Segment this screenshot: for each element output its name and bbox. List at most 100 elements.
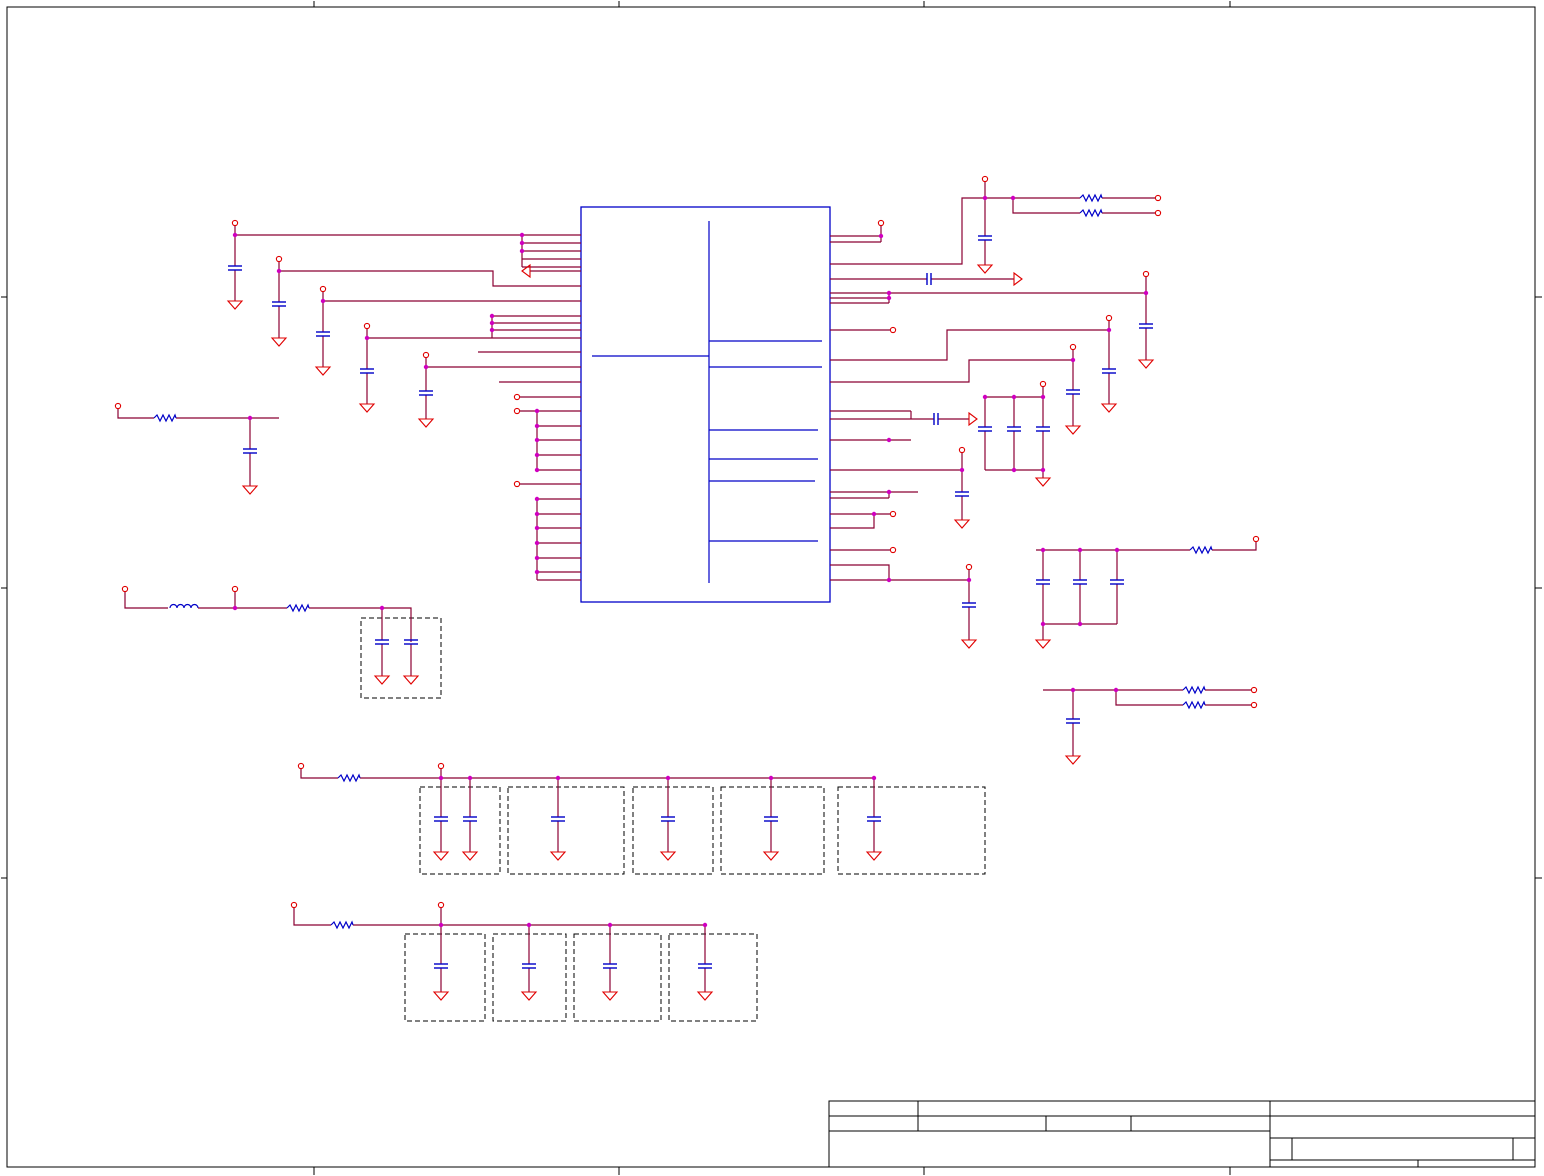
junction-dot — [519, 240, 525, 246]
capacitor — [1102, 368, 1116, 374]
capacitor — [1036, 579, 1050, 585]
junction-dot — [886, 437, 892, 443]
wire-segment — [309, 607, 412, 642]
capacitor — [603, 963, 617, 969]
capacitor — [1110, 579, 1124, 585]
junction-dot — [1070, 687, 1076, 693]
junction-dot — [1010, 195, 1016, 201]
power-port — [297, 762, 305, 770]
power-port — [363, 322, 371, 330]
ground-symbol — [549, 851, 567, 861]
power-port — [1039, 380, 1047, 388]
resistor — [330, 920, 354, 930]
junction-dot — [1070, 357, 1076, 363]
capacitor — [360, 368, 374, 374]
capacitor — [764, 816, 778, 822]
power-port — [958, 446, 966, 454]
component-groups — [360, 617, 986, 1022]
power-port — [437, 762, 445, 770]
capacitor — [375, 639, 389, 645]
ground-symbol — [432, 991, 450, 1001]
junction-dot — [768, 775, 774, 781]
junction-dot — [871, 775, 877, 781]
junction-dot — [534, 496, 540, 502]
capacitor — [926, 273, 932, 285]
capacitor — [228, 265, 242, 271]
capacitor — [463, 816, 477, 822]
power-port — [1252, 535, 1260, 543]
main-ic — [580, 206, 831, 603]
junction-dot — [320, 298, 326, 304]
junction-dot — [878, 233, 884, 239]
junction-dot — [489, 313, 495, 319]
power-port — [1250, 686, 1258, 694]
ground-symbol — [696, 991, 714, 1001]
power-port — [889, 326, 897, 334]
wires — [117, 179, 1257, 992]
junction-dot — [423, 364, 429, 370]
capacitor — [1073, 579, 1087, 585]
junction-dot — [665, 775, 671, 781]
junction-dot — [232, 605, 238, 611]
ground-symbol — [417, 418, 435, 428]
junction-dot — [364, 335, 370, 341]
wire-segment — [830, 329, 1109, 361]
power-port — [1250, 701, 1258, 709]
ground-symbol — [659, 851, 677, 861]
title-block — [828, 1100, 1536, 1168]
ground-symbol — [1137, 359, 1155, 369]
capacitor — [551, 816, 565, 822]
ground-symbol — [1034, 477, 1052, 487]
resistor — [153, 413, 177, 423]
wire-segment — [830, 564, 890, 580]
ground-symbol — [1013, 271, 1023, 287]
ground-symbol — [953, 519, 971, 529]
power-port — [1105, 314, 1113, 322]
power-port — [1069, 343, 1077, 351]
capacitor — [434, 816, 448, 822]
power-port — [513, 393, 521, 401]
ground-symbol — [314, 366, 332, 376]
resistor — [337, 773, 361, 783]
power-port — [965, 563, 973, 571]
capacitor — [1066, 718, 1080, 724]
wire-segment — [830, 359, 1073, 383]
junction-dot — [519, 232, 525, 238]
power-port — [1154, 209, 1162, 217]
capacitor — [1066, 389, 1080, 395]
junction-dot — [555, 775, 561, 781]
junction-dot — [982, 394, 988, 400]
resistor — [1079, 208, 1103, 218]
power-port — [889, 546, 897, 554]
junction-dot — [1077, 621, 1083, 627]
junction-dot — [886, 295, 892, 301]
wire-segment — [830, 197, 1080, 265]
ground-symbol — [1064, 755, 1082, 765]
components — [114, 175, 1260, 1001]
junction-dot — [534, 511, 540, 517]
junction-dot — [438, 775, 444, 781]
junction-dot — [871, 511, 877, 517]
junction-dot — [1106, 327, 1112, 333]
junction-dot — [489, 327, 495, 333]
junctions — [232, 195, 1149, 928]
ground-symbol — [358, 403, 376, 413]
junction-dot — [534, 408, 540, 414]
ground-symbol — [461, 851, 479, 861]
ground-symbol — [1034, 639, 1052, 649]
junction-dot — [966, 577, 972, 583]
wire-segment — [830, 514, 875, 529]
capacitor — [698, 963, 712, 969]
capacitor — [661, 816, 675, 822]
junction-dot — [1114, 547, 1120, 553]
junction-dot — [1040, 621, 1046, 627]
power-port — [1142, 270, 1150, 278]
junction-dot — [526, 922, 532, 928]
wire-segment — [1115, 690, 1183, 706]
junction-dot — [534, 525, 540, 531]
junction-dot — [1011, 467, 1017, 473]
power-port — [877, 219, 885, 227]
capacitor — [867, 816, 881, 822]
ground-symbol — [241, 485, 259, 495]
capacitor — [1036, 426, 1050, 432]
